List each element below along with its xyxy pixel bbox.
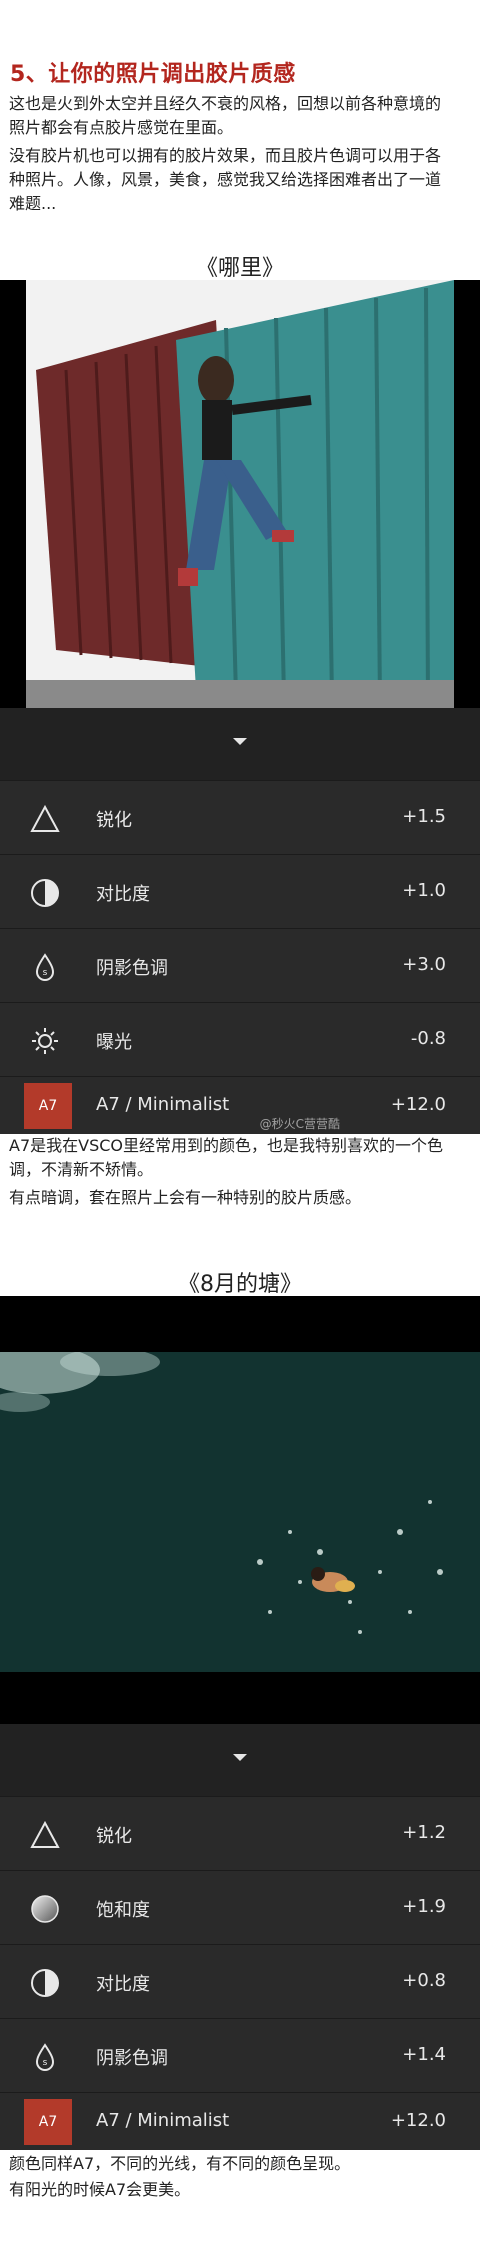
preset-badge: A7 — [24, 1083, 72, 1129]
preset-name: A7 / Minimalist — [96, 1094, 230, 1115]
row-value: +0.8 — [402, 1970, 446, 1991]
preset-name: A7 / Minimalist — [96, 2110, 230, 2131]
svg-text:s: s — [43, 968, 48, 978]
section-title: 5、让你的照片调出胶片质感 — [10, 62, 296, 87]
triangle-icon — [30, 804, 60, 832]
example2-vsco-panel: 锐化 +1.2 饱和度 +1.9 对比度 +0.8 s 阴影色调 +1.4 A7… — [0, 1724, 480, 2150]
contrast-icon — [31, 879, 59, 907]
example2-note-1: 颜色同样A7，不同的光线，有不同的颜色呈现。 — [9, 2154, 351, 2173]
example1-photo-panel — [0, 280, 480, 708]
shadow-drop-icon: s — [35, 2043, 55, 2071]
example1-row-shadow-tint[interactable]: s 阴影色调 +3.0 — [0, 928, 480, 1002]
example2-note-2: 有阳光的时候A7会更美。 — [9, 2180, 191, 2199]
example1-row-exposure[interactable]: 曝光 -0.8 — [0, 1002, 480, 1076]
example2-row-contrast[interactable]: 对比度 +0.8 — [0, 1944, 480, 2018]
preset-value: +12.0 — [390, 2110, 446, 2131]
triangle-icon — [30, 1820, 60, 1848]
row-value: +1.0 — [402, 880, 446, 901]
row-label: 锐化 — [96, 1826, 132, 1847]
example1-toolbar — [0, 708, 480, 780]
preset-value: +12.0 — [390, 1094, 446, 1115]
preset-badge: A7 — [24, 2099, 72, 2145]
watermark: @秒火C营营酷 — [259, 1117, 340, 1131]
example1-caption: 《哪里》 — [195, 256, 284, 281]
row-label: 饱和度 — [96, 1900, 150, 1921]
example2-row-shadow-tint[interactable]: s 阴影色调 +1.4 — [0, 2018, 480, 2092]
row-value: +3.0 — [402, 954, 446, 975]
example1-note-1: A7是我在VSCO里经常用到的颜色，也是我特别喜欢的一个色 调，不清新不矫情。 — [9, 1136, 443, 1179]
example2-photo-panel — [0, 1296, 480, 1724]
row-label: 锐化 — [96, 810, 132, 831]
svg-text:s: s — [43, 2058, 48, 2068]
example1-vsco-panel: 锐化 +1.5 对比度 +1.0 s 阴影色调 +3.0 曝光 -0.8 A7 … — [0, 708, 480, 1134]
row-value: -0.8 — [410, 1028, 446, 1049]
intro-paragraph-2: 没有胶片机也可以拥有的胶片效果，而且胶片色调可以用于各 种照片。人像，风景，美食… — [9, 146, 442, 213]
example2-caption: 《8月的塘》 — [178, 1272, 302, 1297]
chevron-down-icon[interactable] — [233, 738, 247, 745]
row-value: +1.5 — [402, 806, 446, 827]
saturation-icon — [31, 1895, 59, 1923]
example2-preset-row[interactable]: A7 A7 / Minimalist +12.0 — [0, 2092, 480, 2150]
sun-icon — [32, 1028, 58, 1054]
row-label: 对比度 — [96, 1974, 150, 1995]
shadow-drop-icon: s — [35, 953, 55, 981]
row-value: +1.9 — [402, 1896, 446, 1917]
row-label: 阴影色调 — [96, 2048, 168, 2069]
example1-preset-row[interactable]: A7 A7 / Minimalist +12.0 @秒火C营营酷 — [0, 1076, 480, 1134]
intro-paragraph-1: 这也是火到外太空并且经久不衰的风格，回想以前各种意境的 照片都会有点胶片感觉在里… — [9, 94, 442, 137]
example2-row-sharpen[interactable]: 锐化 +1.2 — [0, 1796, 480, 1870]
example1-photo — [26, 280, 454, 708]
example1-row-contrast[interactable]: 对比度 +1.0 — [0, 854, 480, 928]
row-label: 对比度 — [96, 884, 150, 905]
example1-row-sharpen[interactable]: 锐化 +1.5 — [0, 780, 480, 854]
row-label: 阴影色调 — [96, 958, 168, 979]
example2-row-saturation[interactable]: 饱和度 +1.9 — [0, 1870, 480, 1944]
chevron-down-icon[interactable] — [233, 1754, 247, 1761]
row-label: 曝光 — [96, 1032, 132, 1053]
example2-toolbar — [0, 1724, 480, 1796]
example1-note-2: 有点暗调，套在照片上会有一种特别的胶片质感。 — [9, 1188, 362, 1207]
example2-photo — [0, 1352, 480, 1672]
row-value: +1.4 — [402, 2044, 446, 2065]
contrast-icon — [31, 1969, 59, 1997]
row-value: +1.2 — [402, 1822, 446, 1843]
